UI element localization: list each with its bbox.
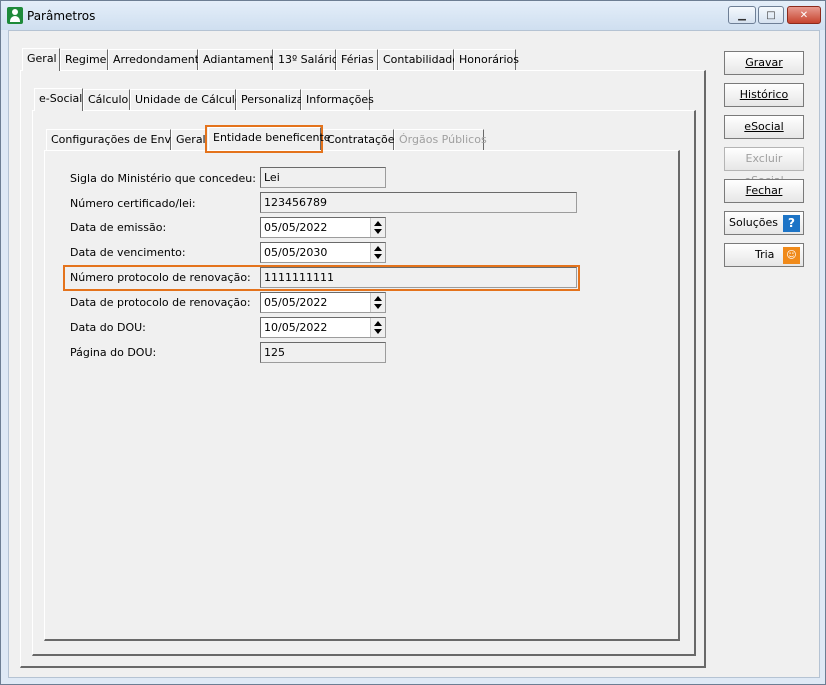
app-icon: [7, 7, 23, 24]
tab-geral[interactable]: Geral: [22, 48, 60, 71]
tab-13-salario[interactable]: 13º Salário: [273, 49, 339, 70]
maximize-icon: □: [766, 9, 776, 21]
data-dou-label: Data do DOU:: [70, 321, 146, 334]
tab-orgaos-publicos: Órgãos Públicos: [394, 129, 487, 150]
spin-down-icon[interactable]: [374, 304, 382, 309]
tab-configuracoes-envio[interactable]: Configurações de Envio: [46, 129, 181, 150]
data-emissao-spinner[interactable]: [370, 218, 385, 237]
excluir-esocial-button: Excluir eSocial: [724, 147, 804, 187]
maximize-button[interactable]: □: [758, 6, 784, 24]
pagina-dou-field[interactable]: 125: [260, 342, 386, 363]
gravar-button[interactable]: Gravar: [724, 51, 804, 75]
parametros-window: Parâmetros ▁ □ ✕ Geral Regime Arredondam…: [0, 0, 826, 685]
close-icon: ✕: [799, 9, 809, 21]
spin-up-icon[interactable]: [374, 221, 382, 226]
numero-certificado-field[interactable]: 123456789: [260, 192, 577, 213]
data-dou-value: 10/05/2022: [264, 321, 328, 334]
data-protocolo-field[interactable]: 05/05/2022: [260, 292, 386, 313]
data-protocolo-spinner[interactable]: [370, 293, 385, 312]
help-icon: ?: [783, 215, 800, 232]
protocolo-label: Número protocolo de renovação:: [70, 271, 251, 284]
data-emissao-value: 05/05/2022: [264, 221, 328, 234]
data-vencimento-label: Data de vencimento:: [70, 246, 186, 259]
spin-down-icon[interactable]: [374, 254, 382, 259]
historico-button[interactable]: Histórico: [724, 83, 804, 107]
tab-regime[interactable]: Regime: [60, 49, 108, 70]
protocolo-field[interactable]: 1111111111: [260, 267, 577, 288]
tab-geral-sub[interactable]: Geral: [171, 129, 206, 150]
data-protocolo-label: Data de protocolo de renovação:: [70, 296, 251, 309]
spin-up-icon[interactable]: [374, 321, 382, 326]
spin-down-icon[interactable]: [374, 329, 382, 334]
tab-entidade-beneficente[interactable]: Entidade beneficente: [208, 127, 331, 150]
data-dou-spinner[interactable]: [370, 318, 385, 337]
tab-arredondamento[interactable]: Arredondamento: [108, 49, 206, 70]
spin-down-icon[interactable]: [374, 229, 382, 234]
data-vencimento-field[interactable]: 05/05/2030: [260, 242, 386, 263]
tria-icon: ☺: [783, 247, 800, 264]
numero-certificado-label: Número certificado/lei:: [70, 197, 196, 210]
tab-contabilidade[interactable]: Contabilidade: [378, 49, 459, 70]
minimize-button[interactable]: ▁: [728, 6, 756, 24]
tab-ferias[interactable]: Férias: [336, 49, 378, 70]
solucoes-label: Soluções: [729, 216, 779, 229]
spin-up-icon[interactable]: [374, 246, 382, 251]
tria-button[interactable]: Tria ☺: [724, 243, 804, 267]
tria-label: Tria: [755, 248, 775, 261]
data-vencimento-spinner[interactable]: [370, 243, 385, 262]
spin-up-icon[interactable]: [374, 296, 382, 301]
data-vencimento-value: 05/05/2030: [264, 246, 328, 259]
tab-informacoes[interactable]: Informações: [301, 89, 374, 110]
data-dou-field[interactable]: 10/05/2022: [260, 317, 386, 338]
solucoes-button[interactable]: Soluções ?: [724, 211, 804, 235]
gravar-label: Gravar: [745, 56, 783, 69]
pagina-dou-label: Página do DOU:: [70, 346, 157, 359]
fechar-label: Fechar: [745, 184, 783, 197]
tab-calculo[interactable]: Cálculo: [83, 89, 130, 110]
window-title: Parâmetros: [27, 9, 96, 23]
tab-contratacoes[interactable]: Contratações: [322, 129, 400, 150]
title-bar: Parâmetros ▁ □ ✕: [1, 1, 825, 30]
data-protocolo-value: 05/05/2022: [264, 296, 328, 309]
tab-adiantamento[interactable]: Adiantamento: [198, 49, 281, 70]
close-button[interactable]: ✕: [787, 6, 821, 24]
esocial-button[interactable]: eSocial: [724, 115, 804, 139]
minimize-icon: ▁: [738, 9, 746, 21]
tab-personaliza[interactable]: Personaliza: [236, 89, 303, 110]
tab-unidade-calculo[interactable]: Unidade de Cálculo: [130, 89, 242, 110]
historico-label: Histórico: [739, 88, 789, 101]
data-emissao-field[interactable]: 05/05/2022: [260, 217, 386, 238]
sigla-field[interactable]: Lei: [260, 167, 386, 188]
data-emissao-label: Data de emissão:: [70, 221, 167, 234]
tab-honorarios[interactable]: Honorários: [454, 49, 519, 70]
fechar-button[interactable]: Fechar: [724, 179, 804, 203]
esocial-label: eSocial: [744, 120, 784, 133]
tab-esocial[interactable]: e-Social: [34, 88, 83, 111]
sigla-label: Sigla do Ministério que concedeu:: [70, 172, 256, 185]
